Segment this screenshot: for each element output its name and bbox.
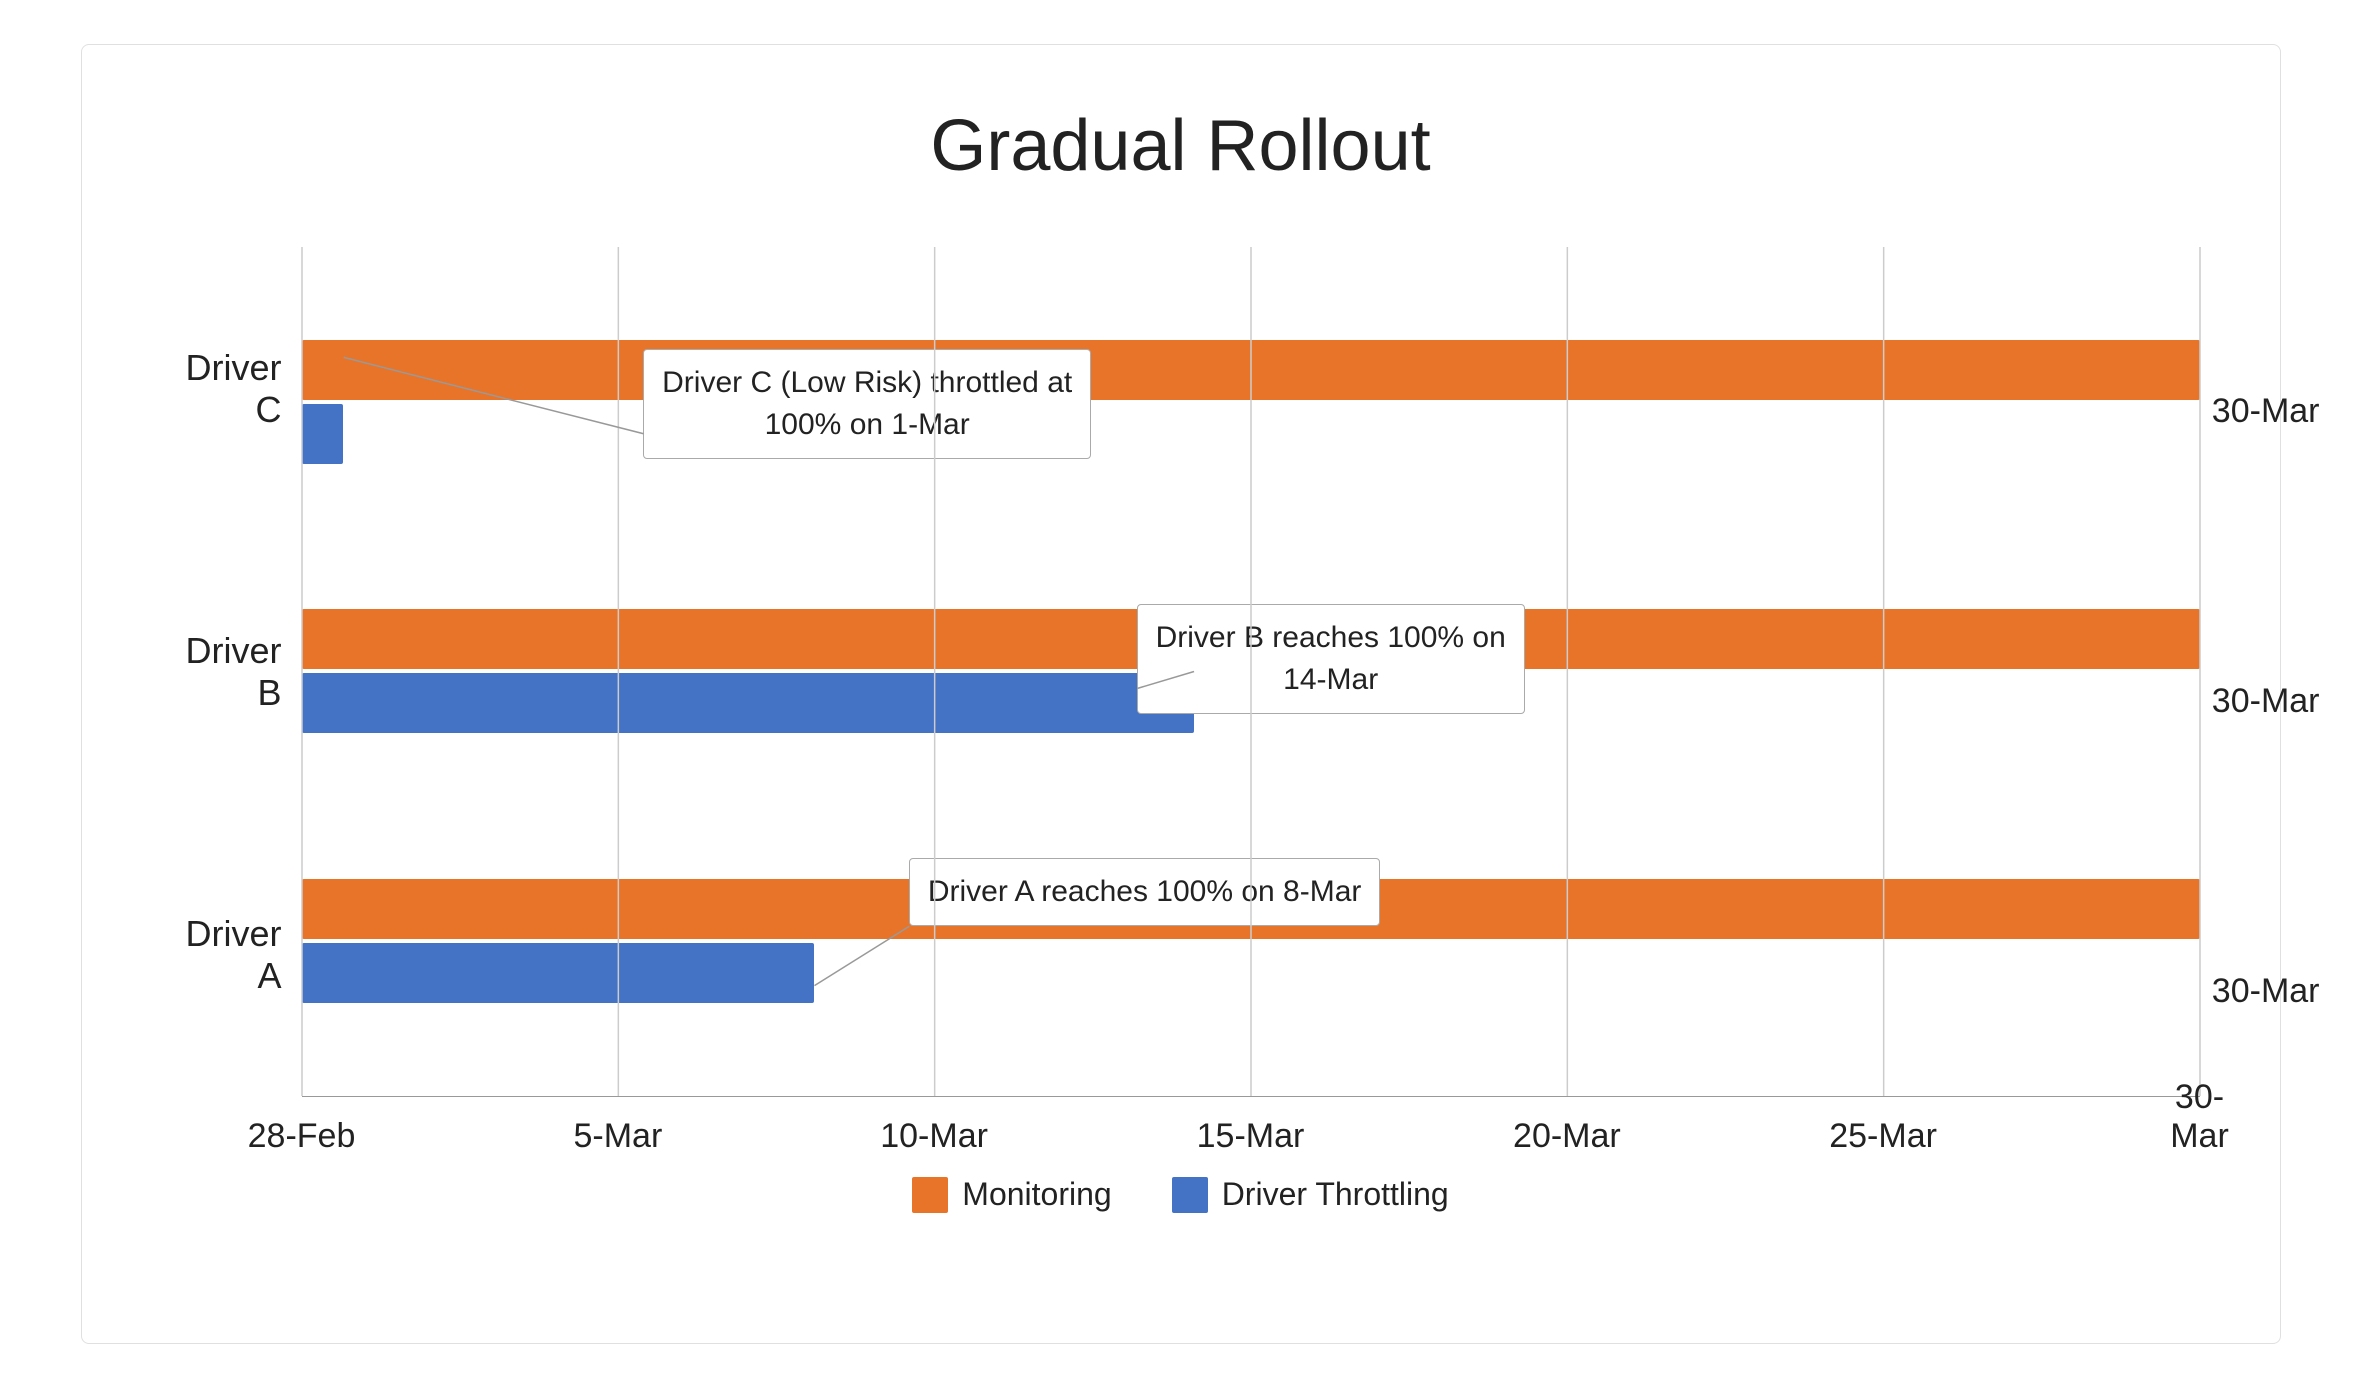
x-axis: 28-Feb 5-Mar 10-Mar 15-Mar 20-Mar 25-Mar… bbox=[302, 1096, 2200, 1156]
chart-container: Gradual Rollout Driver C Driver B Driver… bbox=[81, 44, 2281, 1344]
legend-swatch-throttling bbox=[1172, 1177, 1208, 1213]
y-label-c: Driver C bbox=[162, 347, 302, 431]
right-label-a: 30-Mar bbox=[2192, 929, 2320, 1053]
chart-title: Gradual Rollout bbox=[162, 105, 2200, 187]
legend-item-throttling: Driver Throttling bbox=[1172, 1176, 1449, 1213]
callout-a: Driver A reaches 100% on 8-Mar bbox=[909, 858, 1381, 926]
x-tick-5mar: 5-Mar bbox=[573, 1117, 662, 1156]
bar-b-blue bbox=[302, 673, 1194, 733]
y-label-a: Driver A bbox=[162, 913, 302, 997]
callout-a-text: Driver A reaches 100% on 8-Mar bbox=[928, 875, 1362, 908]
y-label-b: Driver B bbox=[162, 630, 302, 714]
bar-row-a-blue bbox=[302, 943, 2200, 1003]
legend: Monitoring Driver Throttling bbox=[162, 1176, 2200, 1223]
x-tick-25mar: 25-Mar bbox=[1829, 1117, 1937, 1156]
x-tick-15mar: 15-Mar bbox=[1197, 1117, 1305, 1156]
right-label-b: 30-Mar bbox=[2192, 639, 2320, 763]
callout-c-text: Driver C (Low Risk) throttled at100% on … bbox=[662, 366, 1072, 441]
callout-b: Driver B reaches 100% on14-Mar bbox=[1137, 604, 1525, 714]
callout-b-text: Driver B reaches 100% on14-Mar bbox=[1156, 621, 1506, 696]
bar-row-c-blue bbox=[302, 404, 2200, 464]
x-tick-10mar: 10-Mar bbox=[880, 1117, 988, 1156]
grid-and-bars: Driver C (Low Risk) throttled at100% on … bbox=[302, 247, 2200, 1096]
chart-plot-area: Driver C (Low Risk) throttled at100% on … bbox=[302, 247, 2200, 1156]
legend-label-throttling: Driver Throttling bbox=[1222, 1176, 1449, 1213]
callout-c: Driver C (Low Risk) throttled at100% on … bbox=[643, 349, 1091, 459]
legend-label-monitoring: Monitoring bbox=[962, 1176, 1111, 1213]
x-tick-28feb: 28-Feb bbox=[248, 1117, 356, 1156]
y-axis-labels: Driver C Driver B Driver A bbox=[162, 247, 302, 1156]
right-labels: 30-Mar 30-Mar 30-Mar bbox=[2192, 247, 2320, 1156]
bar-c-orange bbox=[302, 340, 2200, 400]
right-label-c: 30-Mar bbox=[2192, 350, 2320, 474]
x-tick-20mar: 20-Mar bbox=[1513, 1117, 1621, 1156]
bar-c-blue bbox=[302, 404, 344, 464]
legend-item-monitoring: Monitoring bbox=[912, 1176, 1111, 1213]
bar-row-c-orange bbox=[302, 340, 2200, 400]
chart-body: Driver C Driver B Driver A bbox=[162, 247, 2200, 1156]
legend-swatch-monitoring bbox=[912, 1177, 948, 1213]
bar-a-blue bbox=[302, 943, 814, 1003]
bar-group-c bbox=[302, 340, 2200, 464]
